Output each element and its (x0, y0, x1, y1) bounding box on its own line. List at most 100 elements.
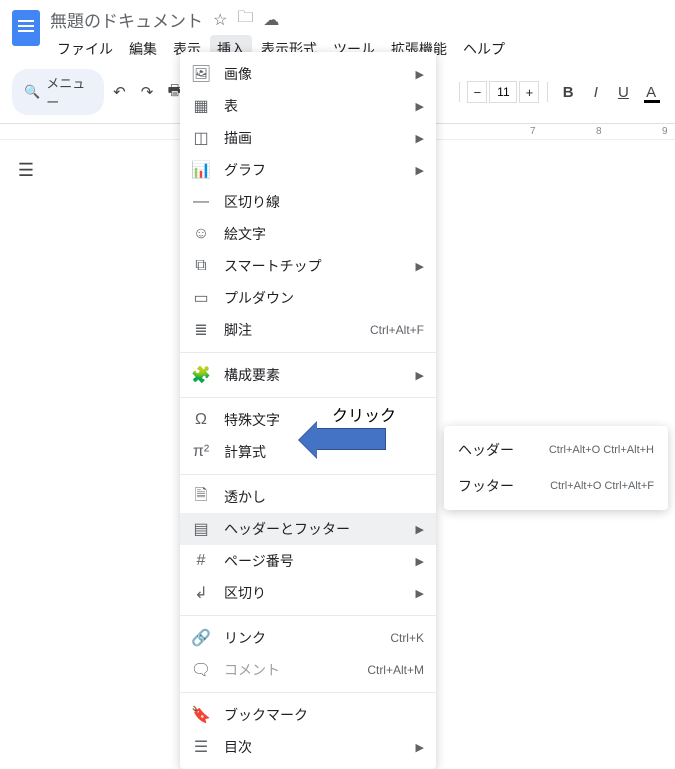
insert-item-ヘッダーとフッター[interactable]: ▤ヘッダーとフッター▶ (180, 513, 436, 545)
menu-item-label: 区切り (224, 583, 394, 603)
insert-item-画像[interactable]: 🖼画像▶ (180, 58, 436, 90)
透かし-icon: 🗎 (192, 488, 210, 506)
menu-item-label: ヘッダーとフッター (224, 519, 394, 539)
ruler-tick: 7 (530, 126, 536, 137)
submenu-item-ヘッダー[interactable]: ヘッダー Ctrl+Alt+O Ctrl+Alt+H (444, 432, 668, 468)
font-size-increase-button[interactable]: + (519, 81, 539, 103)
insert-item-区切り線[interactable]: — 区切り線 (180, 186, 436, 218)
コメント-icon: 🗨 (192, 661, 210, 679)
構成要素-icon: 🧩 (192, 366, 210, 384)
insert-item-区切り[interactable]: ↲ 区切り ▶ (180, 577, 436, 609)
menu-item-label: 構成要素 (224, 365, 394, 385)
insert-item-プルダウン[interactable]: ▭プルダウン (180, 282, 436, 314)
submenu-shortcut: Ctrl+Alt+O Ctrl+Alt+F (550, 480, 654, 492)
header-footer-submenu: ヘッダー Ctrl+Alt+O Ctrl+Alt+H フッター Ctrl+Alt+O … (444, 426, 668, 510)
menu-separator (180, 615, 436, 616)
insert-item-グラフ[interactable]: 📊 グラフ ▶ (180, 154, 436, 186)
submenu-arrow-icon: ▶ (416, 260, 424, 273)
menu-separator (180, 397, 436, 398)
menu-search-button[interactable]: 🔍 メニュー (12, 69, 104, 115)
脚注-icon: ≣ (192, 321, 210, 339)
insert-item-リンク[interactable]: 🔗 リンク Ctrl+K (180, 622, 436, 654)
text-color-button[interactable]: A (639, 79, 663, 105)
insert-item-透かし[interactable]: 🗎 透かし (180, 481, 436, 513)
menu-item-label: コメント (224, 660, 353, 680)
insert-item-描画[interactable]: ◫ 描画 ▶ (180, 122, 436, 154)
menu-item-label: 絵文字 (224, 224, 424, 244)
menu-item-label: プルダウン (224, 288, 424, 308)
docs-logo-icon[interactable] (12, 10, 40, 46)
submenu-label: ヘッダー (458, 440, 535, 460)
menu-item-label: ページ番号 (224, 551, 394, 571)
特殊文字-icon: Ω (192, 411, 210, 429)
shortcut-label: Ctrl+Alt+M (367, 663, 424, 677)
menu-item-label: 脚注 (224, 320, 356, 340)
cloud-status-icon[interactable]: ☁ (263, 10, 279, 30)
menu-item-label: 透かし (224, 487, 424, 507)
submenu-arrow-icon: ▶ (416, 68, 424, 81)
ruler-tick: 8 (596, 126, 602, 137)
計算式-icon: π² (192, 443, 210, 461)
絵文字-icon: ☺ (192, 225, 210, 243)
区切り線-icon: — (192, 193, 210, 211)
redo-button[interactable]: ↷ (135, 79, 159, 105)
スマートチップ-icon: ⧉ (192, 257, 210, 275)
insert-item-構成要素[interactable]: 🧩構成要素▶ (180, 359, 436, 391)
bold-button[interactable]: B (556, 79, 580, 105)
separator (547, 82, 548, 102)
menu-item-label: 目次 (224, 737, 394, 757)
menu-ヘルプ[interactable]: ヘルプ (456, 35, 512, 63)
描画-icon: ◫ (192, 129, 210, 147)
submenu-item-フッター[interactable]: フッター Ctrl+Alt+O Ctrl+Alt+F (444, 468, 668, 504)
italic-button[interactable]: I (584, 79, 608, 105)
insert-item-スマートチップ[interactable]: ⧉スマートチップ▶ (180, 250, 436, 282)
shortcut-label: Ctrl+K (390, 631, 424, 645)
menu-item-label: 描画 (224, 128, 394, 148)
目次-icon: ☰ (192, 738, 210, 756)
shortcut-label: Ctrl+Alt+F (370, 323, 424, 337)
submenu-arrow-icon: ▶ (416, 100, 424, 113)
undo-button[interactable]: ↶ (108, 79, 132, 105)
doc-title[interactable]: 無題のドキュメント (50, 7, 203, 32)
star-icon[interactable]: ☆ (213, 10, 227, 30)
insert-menu-dropdown: 🖼画像▶▦表▶◫描画▶📊グラフ▶—区切り線☺絵文字⧉スマートチップ▶▭プルダウン… (180, 52, 436, 769)
menu-ファイル[interactable]: ファイル (50, 35, 120, 63)
insert-item-表[interactable]: ▦ 表 ▶ (180, 90, 436, 122)
search-icon: 🔍 (24, 84, 40, 100)
表-icon: ▦ (192, 97, 210, 115)
submenu-label: フッター (458, 476, 536, 496)
insert-item-目次[interactable]: ☰ 目次 ▶ (180, 731, 436, 763)
menu-item-label: グラフ (224, 160, 394, 180)
menu-item-label: 表 (224, 96, 394, 116)
separator (459, 82, 460, 102)
submenu-arrow-icon: ▶ (416, 587, 424, 600)
outline-icon[interactable]: ☰ (18, 160, 34, 180)
ruler-tick: 9 (662, 126, 668, 137)
move-icon[interactable]: 🗀 (237, 6, 253, 33)
font-size-input[interactable] (489, 81, 517, 103)
menu-separator (180, 352, 436, 353)
menu-item-label: ブックマーク (224, 705, 424, 725)
outline-gutter: ☰ (0, 140, 52, 696)
区切り-icon: ↲ (192, 584, 210, 602)
submenu-arrow-icon: ▶ (416, 741, 424, 754)
menu-search-label: メニュー (46, 73, 91, 111)
font-size-decrease-button[interactable]: − (467, 81, 487, 103)
グラフ-icon: 📊 (192, 161, 210, 179)
menu-編集[interactable]: 編集 (122, 35, 164, 63)
insert-item-脚注[interactable]: ≣ 脚注 Ctrl+Alt+F (180, 314, 436, 346)
menu-item-label: 区切り線 (224, 192, 424, 212)
menu-separator (180, 692, 436, 693)
ブックマーク-icon: 🔖 (192, 706, 210, 724)
insert-item-ブックマーク[interactable]: 🔖 ブックマーク (180, 699, 436, 731)
ページ番号-icon: # (192, 552, 210, 570)
menu-item-label: 画像 (224, 64, 394, 84)
insert-item-絵文字[interactable]: ☺ 絵文字 (180, 218, 436, 250)
insert-item-ページ番号[interactable]: #ページ番号▶ (180, 545, 436, 577)
submenu-arrow-icon: ▶ (416, 164, 424, 177)
submenu-arrow-icon: ▶ (416, 132, 424, 145)
menu-item-label: リンク (224, 628, 376, 648)
submenu-shortcut: Ctrl+Alt+O Ctrl+Alt+H (549, 444, 654, 456)
リンク-icon: 🔗 (192, 629, 210, 647)
underline-button[interactable]: U (612, 79, 636, 105)
